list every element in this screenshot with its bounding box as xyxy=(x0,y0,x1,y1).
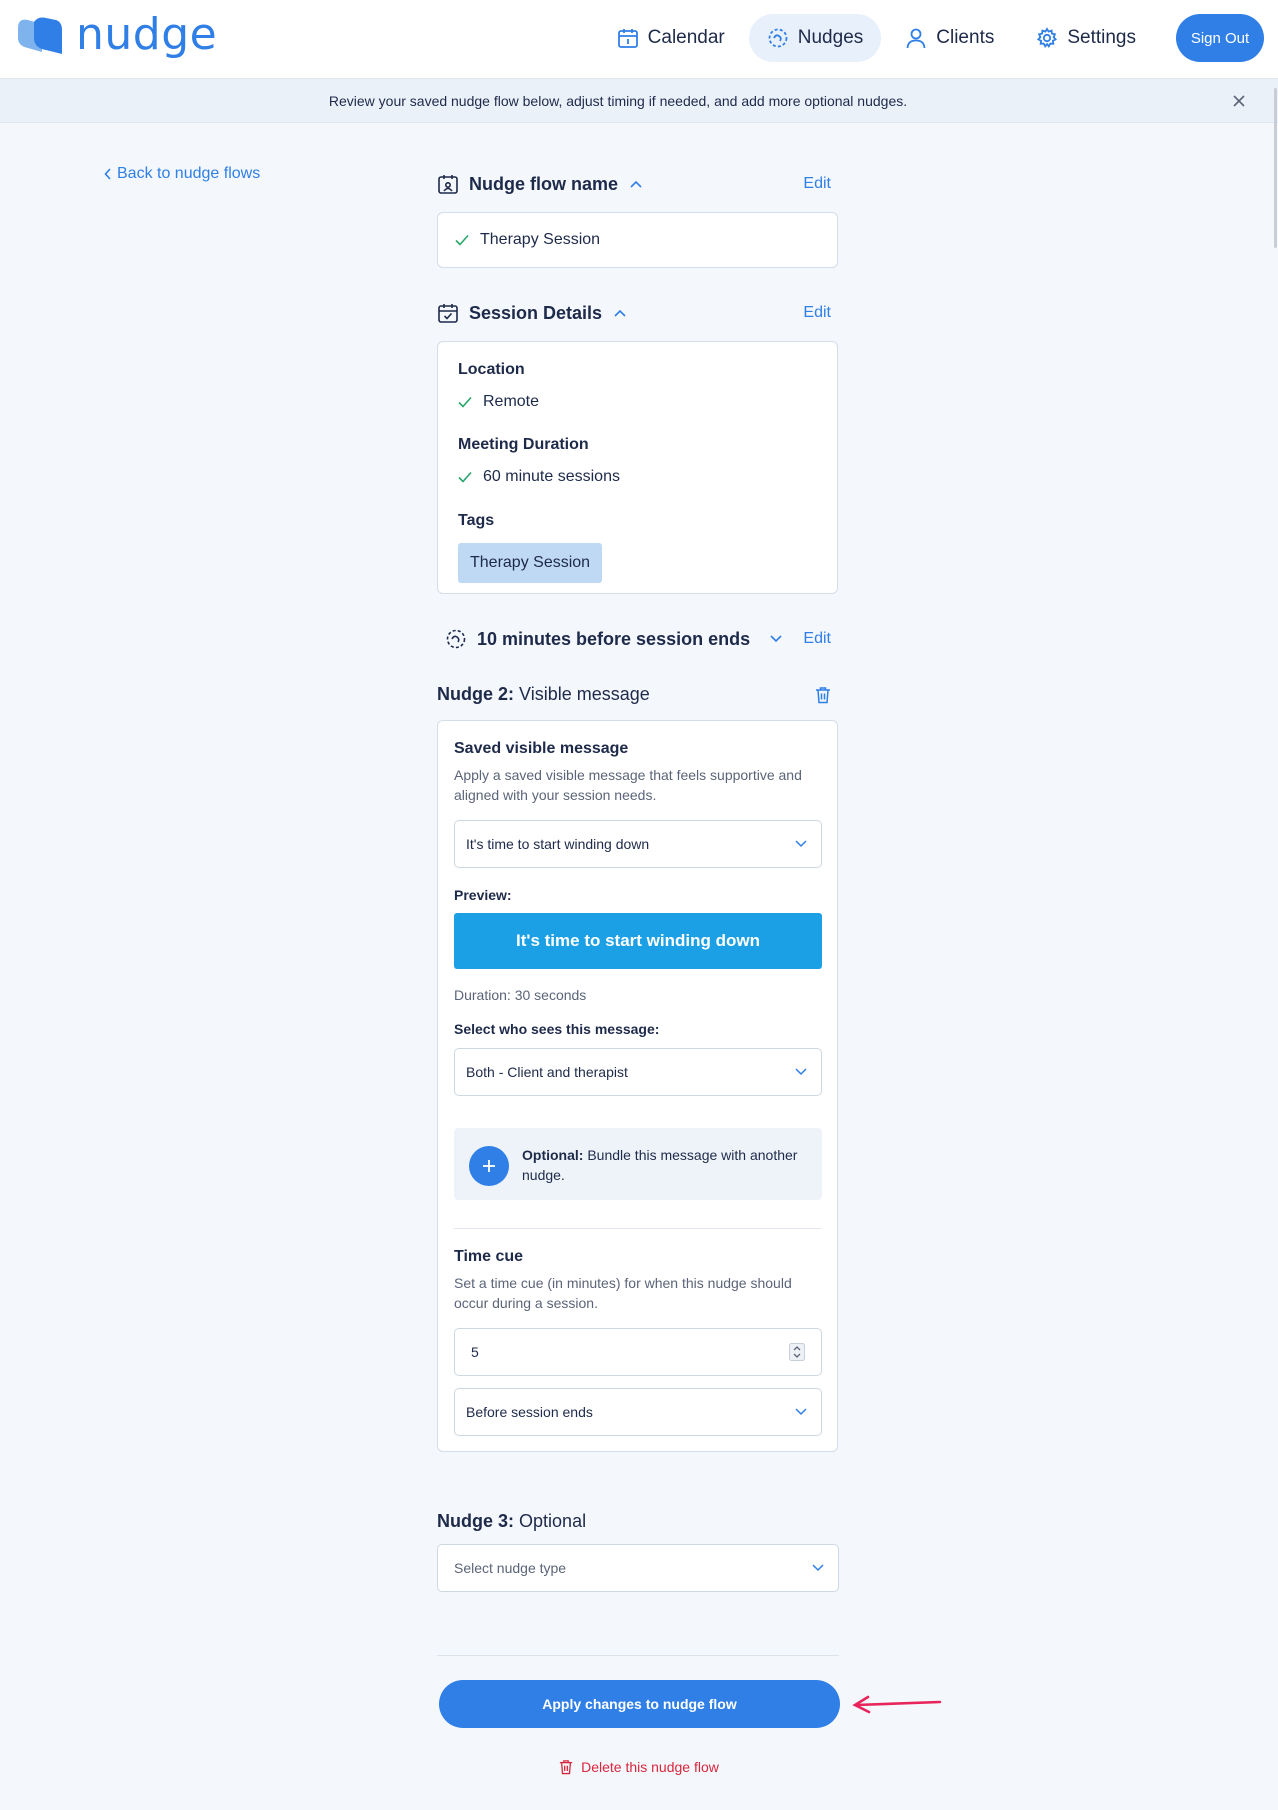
chevron-left-icon xyxy=(104,168,112,180)
nav-clients[interactable]: Clients xyxy=(887,14,1012,62)
time-cue-description: Set a time cue (in minutes) for when thi… xyxy=(454,1275,792,1311)
back-link-label: Back to nudge flows xyxy=(117,165,261,182)
session-details-title: Session Details xyxy=(469,302,603,323)
delete-flow-link[interactable]: Delete this nudge flow xyxy=(0,1759,1278,1775)
timing-header: 10 minutes before session ends Edit xyxy=(437,627,839,651)
nudge-2-number: Nudge 2: xyxy=(437,684,515,704)
chevron-down-icon xyxy=(795,1408,807,1416)
audience-select[interactable]: Both - Client and therapist xyxy=(454,1048,822,1096)
session-details-card: Location Remote Meeting Duration 60 minu… xyxy=(437,341,838,594)
info-banner: Review your saved nudge flow below, adju… xyxy=(0,79,1278,123)
nudge-logo[interactable]: nudge xyxy=(16,9,218,60)
flow-name-title: Nudge flow name xyxy=(469,173,619,194)
nav-settings-label: Settings xyxy=(1067,27,1136,48)
flow-name-icon xyxy=(437,173,459,195)
nav-nudges-label: Nudges xyxy=(797,27,864,48)
main-nav: Calendar Nudges Clients Settings Sign Ou… xyxy=(593,14,1264,62)
bundle-optional-label: Optional: xyxy=(522,1147,584,1163)
flow-name-edit-link[interactable]: Edit xyxy=(803,175,831,193)
nudge-2-heading: Nudge 2: Visible message xyxy=(437,684,650,705)
nav-settings[interactable]: Settings xyxy=(1018,14,1154,62)
annotation-arrow-icon xyxy=(850,1692,942,1716)
user-icon xyxy=(905,27,927,49)
footer-divider xyxy=(437,1655,839,1656)
nav-calendar-label: Calendar xyxy=(647,27,725,48)
message-preview: It's time to start winding down xyxy=(454,913,822,969)
location-value: Remote xyxy=(483,393,540,410)
time-cue-minutes-input[interactable]: 5 xyxy=(454,1328,822,1376)
check-icon xyxy=(455,234,469,246)
nudge-3-number: Nudge 3: xyxy=(437,1511,515,1531)
nudge-2-type: Visible message xyxy=(519,684,650,704)
chevron-down-icon[interactable] xyxy=(770,635,782,643)
session-details-header: Session Details Edit xyxy=(437,301,839,325)
section-divider xyxy=(454,1228,822,1229)
session-details-edit-link[interactable]: Edit xyxy=(803,304,831,322)
bundle-text: Optional: Bundle this message with anoth… xyxy=(522,1145,802,1185)
chevron-down-icon xyxy=(812,1564,824,1572)
delete-flow-label: Delete this nudge flow xyxy=(581,1759,719,1775)
chevron-up-icon[interactable] xyxy=(630,180,642,188)
sign-out-button[interactable]: Sign Out xyxy=(1176,14,1264,62)
calendar-icon xyxy=(617,27,639,49)
tags-label: Tags xyxy=(458,512,495,529)
nudge-3-heading: Nudge 3: Optional xyxy=(437,1511,586,1532)
session-tag: Therapy Session xyxy=(458,543,603,583)
flow-name-card: Therapy Session xyxy=(437,212,838,268)
calendar-check-icon xyxy=(437,302,459,324)
saved-message-select-value: It's time to start winding down xyxy=(466,836,650,852)
nudge-3-type: Optional xyxy=(519,1511,587,1531)
bundle-nudge-panel: Optional: Bundle this message with anoth… xyxy=(454,1128,822,1200)
nav-clients-label: Clients xyxy=(936,27,995,48)
audience-label: Select who sees this message: xyxy=(454,1021,660,1037)
preview-duration: Duration: 30 seconds xyxy=(454,987,587,1003)
timing-edit-link[interactable]: Edit xyxy=(803,630,831,648)
nudge-2-card: Saved visible message Apply a saved visi… xyxy=(437,720,838,1452)
banner-message: Review your saved nudge flow below, adju… xyxy=(328,93,908,109)
apply-changes-button[interactable]: Apply changes to nudge flow xyxy=(439,1680,840,1728)
close-icon[interactable] xyxy=(1230,92,1248,110)
gear-icon xyxy=(1036,27,1058,49)
chevron-up-icon[interactable] xyxy=(614,309,626,317)
audience-select-value: Both - Client and therapist xyxy=(466,1064,628,1080)
nudge-type-placeholder: Select nudge type xyxy=(454,1560,567,1576)
timing-title: 10 minutes before session ends xyxy=(477,628,751,649)
preview-label: Preview: xyxy=(454,887,512,903)
check-icon xyxy=(458,396,472,408)
saved-message-description: Apply a saved visible message that feels… xyxy=(454,767,802,803)
number-stepper-icon[interactable] xyxy=(789,1343,805,1361)
scrollbar[interactable] xyxy=(1274,88,1277,248)
saved-message-select[interactable]: It's time to start winding down xyxy=(454,820,822,868)
chevron-down-icon xyxy=(795,1068,807,1076)
logo-wordmark: nudge xyxy=(76,9,218,60)
top-navigation-bar: nudge Calendar Nudges Clients Settings S… xyxy=(0,0,1278,79)
trash-icon xyxy=(559,1759,573,1775)
flow-name-header: Nudge flow name Edit xyxy=(437,172,839,196)
time-cue-title: Time cue xyxy=(454,1248,524,1265)
saved-message-title: Saved visible message xyxy=(454,740,629,757)
nav-calendar[interactable]: Calendar xyxy=(599,14,743,62)
duration-value-row: 60 minute sessions xyxy=(458,468,620,486)
flow-name-value: Therapy Session xyxy=(480,231,601,248)
duration-label: Meeting Duration xyxy=(458,436,589,453)
location-label: Location xyxy=(458,361,525,378)
flow-name-value-row: Therapy Session xyxy=(455,231,600,249)
chevron-down-icon xyxy=(795,840,807,848)
nudge-type-select[interactable]: Select nudge type xyxy=(437,1544,839,1592)
time-cue-relation-value: Before session ends xyxy=(466,1404,593,1420)
back-to-nudge-flows-link[interactable]: Back to nudge flows xyxy=(104,165,260,183)
time-cue-minutes-value: 5 xyxy=(471,1344,479,1360)
duration-value: 60 minute sessions xyxy=(483,468,620,485)
nudges-icon xyxy=(767,27,789,49)
time-cue-relation-select[interactable]: Before session ends xyxy=(454,1388,822,1436)
location-value-row: Remote xyxy=(458,393,539,411)
check-icon xyxy=(458,471,472,483)
nav-nudges[interactable]: Nudges xyxy=(748,14,882,62)
logo-mark-icon xyxy=(16,14,62,56)
nudges-icon xyxy=(445,628,467,650)
add-bundle-button[interactable] xyxy=(469,1146,509,1186)
trash-icon[interactable] xyxy=(815,686,831,704)
